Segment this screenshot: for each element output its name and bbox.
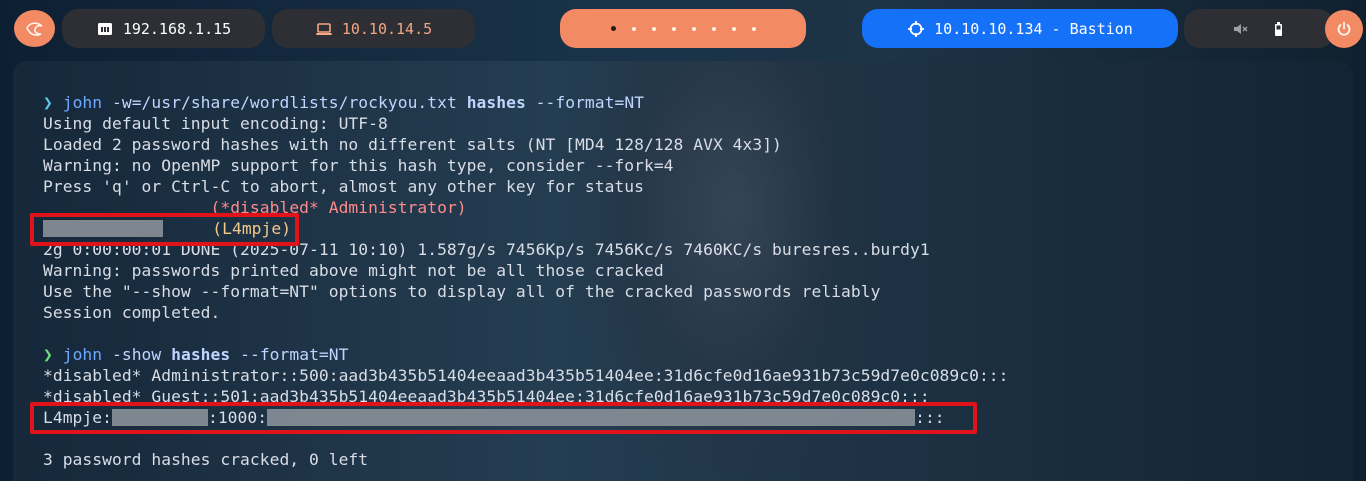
- workspace-3[interactable]: [651, 26, 656, 31]
- workspace-dots: [610, 26, 756, 31]
- cmd-args: -w=/usr/share/wordlists/rockyou.txt: [112, 93, 457, 112]
- output-line: Session completed.: [43, 303, 221, 322]
- desktop: { "topbar": { "menu_icon": "kali-dragon-…: [0, 0, 1366, 481]
- prompt-arrow: ❯: [43, 93, 53, 112]
- show-admin-line: *disabled* Administrator::500:aad3b435b5…: [43, 366, 1009, 385]
- top-bar: 192.168.1.15 10.10.14.5 10.10.10.134 - B…: [0, 0, 1366, 58]
- output-line: Use the "--show --format=NT" options to …: [43, 282, 881, 301]
- workspace-1[interactable]: [610, 26, 616, 31]
- target-widget[interactable]: 10.10.10.134 - Bastion: [862, 9, 1178, 48]
- vpn-ip-text: 10.10.14.5: [341, 19, 433, 38]
- power-icon: [1335, 20, 1353, 38]
- workspace-8[interactable]: [751, 26, 756, 31]
- local-ip-widget[interactable]: 192.168.1.15: [62, 9, 265, 48]
- output-line: Loaded 2 password hashes with no differe…: [43, 135, 782, 154]
- status-widget[interactable]: [1184, 9, 1334, 48]
- local-ip-text: 192.168.1.15: [122, 19, 232, 38]
- menu-button[interactable]: [14, 10, 55, 47]
- command-line-1: ❯ john -w=/usr/share/wordlists/rockyou.t…: [43, 92, 1009, 113]
- output-line: Press 'q' or Ctrl-C to abort, almost any…: [43, 177, 644, 196]
- terminal-window[interactable]: ❯ john -w=/usr/share/wordlists/rockyou.t…: [13, 61, 1353, 481]
- output-line: Warning: passwords printed above might n…: [43, 261, 664, 280]
- cmd-args: -show: [112, 345, 162, 364]
- highlight-box-show: [30, 402, 977, 434]
- muted-speaker-icon[interactable]: [1232, 21, 1248, 37]
- workspace-6[interactable]: [711, 26, 716, 31]
- output-line: Warning: no OpenMP support for this hash…: [43, 156, 674, 175]
- power-button[interactable]: [1325, 10, 1363, 48]
- workspace-2[interactable]: [631, 26, 636, 31]
- cmd-format: --format=NT: [240, 345, 349, 364]
- laptop-icon: [315, 20, 333, 38]
- battery-icon[interactable]: [1270, 21, 1286, 37]
- workspace-4[interactable]: [671, 26, 676, 31]
- summary-line: 3 password hashes cracked, 0 left: [43, 450, 369, 469]
- workspace-7[interactable]: [731, 26, 736, 31]
- crosshair-icon: [907, 20, 925, 38]
- highlight-box-cracked: [30, 213, 299, 246]
- kali-dragon-icon: [25, 19, 45, 39]
- cmd-file: hashes: [171, 345, 231, 364]
- workspace-5[interactable]: [691, 26, 696, 31]
- cmd-program: john: [62, 345, 103, 364]
- prompt-arrow: ❯: [43, 345, 53, 364]
- vpn-ip-widget[interactable]: 10.10.14.5: [272, 9, 475, 48]
- command-line-2: ❯ john -show hashes --format=NT: [43, 344, 1009, 365]
- cmd-format: --format=NT: [535, 93, 645, 112]
- workspace-switcher[interactable]: [560, 9, 806, 48]
- cmd-file: hashes: [466, 93, 526, 112]
- ethernet-icon: [96, 20, 114, 38]
- target-text: 10.10.10.134 - Bastion: [934, 19, 1133, 38]
- cmd-program: john: [62, 93, 103, 112]
- output-line: Using default input encoding: UTF-8: [43, 114, 388, 133]
